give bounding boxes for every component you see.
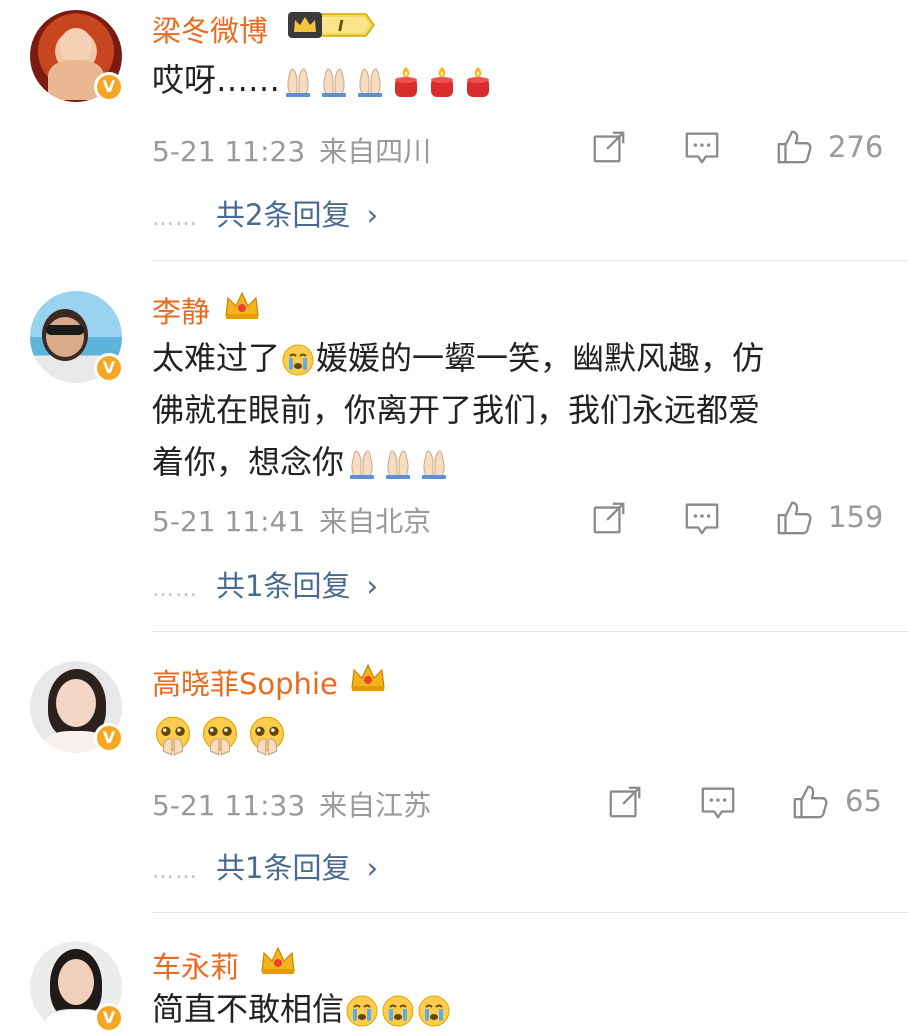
pleading-face-icon bbox=[247, 716, 287, 756]
crown-badge-icon[interactable] bbox=[258, 943, 298, 977]
share-icon[interactable] bbox=[606, 783, 644, 821]
comment-location: 来自北京 bbox=[319, 505, 432, 538]
comment-text bbox=[152, 708, 872, 760]
member-level-badge-icon[interactable]: I bbox=[286, 8, 378, 42]
verified-badge-icon: V bbox=[94, 723, 124, 753]
crown-badge-icon[interactable] bbox=[222, 288, 262, 322]
divider bbox=[152, 912, 908, 913]
username[interactable]: 高晓菲Sophie bbox=[152, 661, 338, 703]
chevron-right-icon: › bbox=[366, 851, 379, 885]
praying-hands-icon bbox=[281, 65, 315, 99]
avatar[interactable]: V bbox=[30, 291, 124, 383]
avatar[interactable]: V bbox=[30, 941, 124, 1033]
like-count: 65 bbox=[845, 784, 882, 818]
comment-meta: 5-21 11:41 来自北京 bbox=[152, 500, 431, 540]
praying-hands-icon bbox=[417, 447, 451, 481]
crying-face-icon bbox=[381, 994, 415, 1028]
candle-icon bbox=[425, 65, 459, 99]
comment-location: 来自江苏 bbox=[319, 789, 432, 822]
pleading-face-icon bbox=[153, 716, 193, 756]
divider bbox=[152, 631, 908, 632]
comment-icon[interactable] bbox=[699, 783, 737, 821]
username[interactable]: 李静 bbox=[152, 289, 210, 331]
praying-hands-icon bbox=[345, 447, 379, 481]
comment-meta: 5-21 11:23 来自四川 bbox=[152, 130, 431, 170]
like-icon[interactable] bbox=[775, 128, 813, 166]
like-icon[interactable] bbox=[775, 499, 813, 537]
comment-icon[interactable] bbox=[683, 128, 721, 166]
chevron-right-icon: › bbox=[366, 198, 379, 232]
verified-badge-icon: V bbox=[94, 353, 124, 383]
divider bbox=[152, 260, 908, 261]
verified-badge-icon: V bbox=[94, 1003, 124, 1033]
reply-dots: …… bbox=[152, 859, 198, 884]
share-icon[interactable] bbox=[590, 128, 628, 166]
comment-meta: 5-21 11:33 来自江苏 bbox=[152, 784, 431, 824]
comment-line: 太难过了 媛媛的一颦一笑，幽默风趣，仿 bbox=[152, 339, 765, 377]
view-replies-link[interactable]: …… 共2条回复 › bbox=[152, 192, 378, 234]
username[interactable]: 车永莉 bbox=[152, 944, 239, 986]
candle-icon bbox=[389, 65, 423, 99]
reply-dots: …… bbox=[152, 577, 198, 602]
chevron-right-icon: › bbox=[366, 569, 379, 603]
svg-text:I: I bbox=[338, 17, 344, 35]
praying-hands-icon bbox=[381, 447, 415, 481]
username[interactable]: 梁冬微博 bbox=[152, 8, 268, 50]
share-icon[interactable] bbox=[590, 499, 628, 537]
comment-line: 佛就在眼前，你离开了我们，我们永远都爱 bbox=[152, 391, 761, 429]
crying-face-icon bbox=[281, 343, 315, 377]
comment-time: 5-21 11:33 bbox=[152, 789, 306, 822]
avatar[interactable]: V bbox=[30, 10, 124, 102]
crown-badge-icon[interactable] bbox=[348, 660, 388, 694]
praying-hands-icon bbox=[317, 65, 351, 99]
comment-line: 着你，想念你 bbox=[152, 436, 872, 488]
like-count: 159 bbox=[828, 500, 884, 534]
verified-badge-icon: V bbox=[94, 72, 124, 102]
comment-icon[interactable] bbox=[683, 499, 721, 537]
avatar[interactable]: V bbox=[30, 661, 124, 753]
crying-face-icon bbox=[345, 994, 379, 1028]
like-icon[interactable] bbox=[791, 783, 829, 821]
candle-icon bbox=[461, 65, 495, 99]
pleading-face-icon bbox=[200, 716, 240, 756]
comment-text: 太难过了 媛媛的一颦一笑，幽默风趣，仿 佛就在眼前，你离开了我们，我们永远都爱 着… bbox=[152, 332, 872, 488]
comment-text: 哎呀…… bbox=[152, 54, 872, 106]
comment-text: 简直不敢相信 bbox=[152, 983, 872, 1035]
like-count: 276 bbox=[828, 130, 884, 164]
view-replies-link[interactable]: …… 共1条回复 › bbox=[152, 845, 378, 887]
comment-location: 来自四川 bbox=[319, 135, 432, 168]
reply-dots: …… bbox=[152, 206, 198, 231]
view-replies-link[interactable]: …… 共1条回复 › bbox=[152, 563, 378, 605]
crying-face-icon bbox=[417, 994, 451, 1028]
praying-hands-icon bbox=[353, 65, 387, 99]
comment-time: 5-21 11:41 bbox=[152, 505, 306, 538]
comment-time: 5-21 11:23 bbox=[152, 135, 306, 168]
